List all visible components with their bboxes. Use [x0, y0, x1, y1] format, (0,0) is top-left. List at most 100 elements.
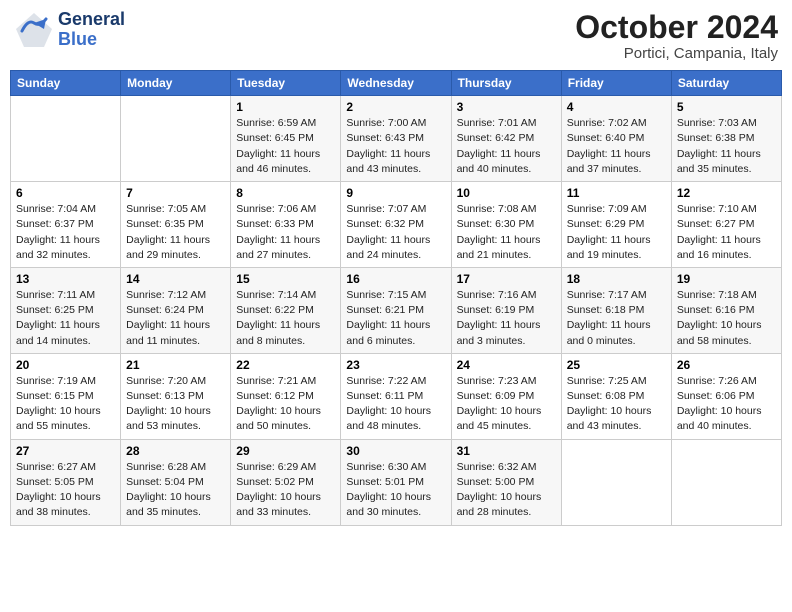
day-info: Sunrise: 7:16 AMSunset: 6:19 PMDaylight:… [457, 288, 556, 349]
calendar-cell: 29 Sunrise: 6:29 AMSunset: 5:02 PMDayligh… [231, 439, 341, 525]
calendar-cell: 15Sunrise: 7:14 AMSunset: 6:22 PMDayligh… [231, 267, 341, 353]
day-number: 23 [346, 358, 445, 372]
day-number: 2 [346, 100, 445, 114]
calendar-cell: 8Sunrise: 7:06 AMSunset: 6:33 PMDaylight… [231, 182, 341, 268]
calendar-week-4: 20 Sunrise: 7:19 AMSunset: 6:15 PMDayligh… [11, 353, 782, 439]
day-header-saturday: Saturday [671, 71, 781, 96]
calendar-cell: 25Sunrise: 7:25 AMSunset: 6:08 PMDayligh… [561, 353, 671, 439]
day-info: Sunrise: 7:22 AMSunset: 6:11 PMDaylight:… [346, 374, 445, 435]
calendar-cell: 24Sunrise: 7:23 AMSunset: 6:09 PMDayligh… [451, 353, 561, 439]
day-info: Sunrise: 7:23 AMSunset: 6:09 PMDaylight:… [457, 374, 556, 435]
day-info: Sunrise: 6:29 AMSunset: 5:02 PMDaylight:… [236, 460, 335, 521]
calendar: SundayMondayTuesdayWednesdayThursdayFrid… [10, 70, 782, 525]
day-info: Sunrise: 7:01 AMSunset: 6:42 PMDaylight:… [457, 116, 556, 177]
day-header-wednesday: Wednesday [341, 71, 451, 96]
calendar-week-3: 13Sunrise: 7:11 AMSunset: 6:25 PMDayligh… [11, 267, 782, 353]
calendar-week-1: 1 Sunrise: 6:59 AMSunset: 6:45 PMDaylight… [11, 96, 782, 182]
calendar-cell: 1 Sunrise: 6:59 AMSunset: 6:45 PMDaylight… [231, 96, 341, 182]
calendar-cell: 11 Sunrise: 7:09 AMSunset: 6:29 PMDayligh… [561, 182, 671, 268]
day-header-monday: Monday [121, 71, 231, 96]
location: Portici, Campania, Italy [575, 45, 778, 62]
day-info: Sunrise: 7:21 AMSunset: 6:12 PMDaylight:… [236, 374, 335, 435]
calendar-cell: 30 Sunrise: 6:30 AMSunset: 5:01 PMDayligh… [341, 439, 451, 525]
day-info: Sunrise: 6:30 AMSunset: 5:01 PMDaylight:… [346, 460, 445, 521]
day-number: 30 [346, 444, 445, 458]
day-number: 17 [457, 272, 556, 286]
calendar-cell [671, 439, 781, 525]
calendar-cell: 26 Sunrise: 7:26 AMSunset: 6:06 PMDayligh… [671, 353, 781, 439]
day-info: Sunrise: 7:18 AMSunset: 6:16 PMDaylight:… [677, 288, 776, 349]
day-number: 28 [126, 444, 225, 458]
calendar-cell: 12 Sunrise: 7:10 AMSunset: 6:27 PMDayligh… [671, 182, 781, 268]
day-info: Sunrise: 7:19 AMSunset: 6:15 PMDaylight:… [16, 374, 115, 435]
calendar-cell: 6 Sunrise: 7:04 AMSunset: 6:37 PMDaylight… [11, 182, 121, 268]
calendar-cell [121, 96, 231, 182]
logo-blue: Blue [58, 29, 97, 49]
title-block: October 2024 Portici, Campania, Italy [575, 10, 778, 62]
day-info: Sunrise: 7:06 AMSunset: 6:33 PMDaylight:… [236, 202, 335, 263]
day-number: 14 [126, 272, 225, 286]
calendar-cell: 18 Sunrise: 7:17 AMSunset: 6:18 PMDayligh… [561, 267, 671, 353]
calendar-cell: 10Sunrise: 7:08 AMSunset: 6:30 PMDayligh… [451, 182, 561, 268]
day-number: 6 [16, 186, 115, 200]
calendar-week-5: 27Sunrise: 6:27 AMSunset: 5:05 PMDayligh… [11, 439, 782, 525]
calendar-week-2: 6 Sunrise: 7:04 AMSunset: 6:37 PMDaylight… [11, 182, 782, 268]
calendar-cell: 31 Sunrise: 6:32 AMSunset: 5:00 PMDayligh… [451, 439, 561, 525]
calendar-cell: 5Sunrise: 7:03 AMSunset: 6:38 PMDaylight… [671, 96, 781, 182]
day-number: 20 [16, 358, 115, 372]
calendar-cell: 2 Sunrise: 7:00 AMSunset: 6:43 PMDaylight… [341, 96, 451, 182]
day-info: Sunrise: 6:59 AMSunset: 6:45 PMDaylight:… [236, 116, 335, 177]
day-number: 12 [677, 186, 776, 200]
calendar-cell: 23 Sunrise: 7:22 AMSunset: 6:11 PMDayligh… [341, 353, 451, 439]
day-number: 29 [236, 444, 335, 458]
calendar-cell: 14 Sunrise: 7:12 AMSunset: 6:24 PMDayligh… [121, 267, 231, 353]
day-number: 18 [567, 272, 666, 286]
day-header-thursday: Thursday [451, 71, 561, 96]
day-number: 1 [236, 100, 335, 114]
day-info: Sunrise: 7:05 AMSunset: 6:35 PMDaylight:… [126, 202, 225, 263]
day-info: Sunrise: 7:00 AMSunset: 6:43 PMDaylight:… [346, 116, 445, 177]
day-info: Sunrise: 7:11 AMSunset: 6:25 PMDaylight:… [16, 288, 115, 349]
day-info: Sunrise: 7:09 AMSunset: 6:29 PMDaylight:… [567, 202, 666, 263]
calendar-cell: 16 Sunrise: 7:15 AMSunset: 6:21 PMDayligh… [341, 267, 451, 353]
month-title: October 2024 [575, 10, 778, 45]
calendar-cell [11, 96, 121, 182]
day-number: 11 [567, 186, 666, 200]
day-header-tuesday: Tuesday [231, 71, 341, 96]
calendar-cell: 22 Sunrise: 7:21 AMSunset: 6:12 PMDayligh… [231, 353, 341, 439]
logo: General Blue [14, 10, 125, 50]
calendar-cell: 17 Sunrise: 7:16 AMSunset: 6:19 PMDayligh… [451, 267, 561, 353]
logo-text: General Blue [58, 10, 125, 50]
day-number: 21 [126, 358, 225, 372]
day-info: Sunrise: 7:03 AMSunset: 6:38 PMDaylight:… [677, 116, 776, 177]
day-info: Sunrise: 6:32 AMSunset: 5:00 PMDaylight:… [457, 460, 556, 521]
day-number: 16 [346, 272, 445, 286]
calendar-cell: 9Sunrise: 7:07 AMSunset: 6:32 PMDaylight… [341, 182, 451, 268]
calendar-cell: 13Sunrise: 7:11 AMSunset: 6:25 PMDayligh… [11, 267, 121, 353]
day-info: Sunrise: 7:15 AMSunset: 6:21 PMDaylight:… [346, 288, 445, 349]
day-info: Sunrise: 7:10 AMSunset: 6:27 PMDaylight:… [677, 202, 776, 263]
day-info: Sunrise: 6:28 AMSunset: 5:04 PMDaylight:… [126, 460, 225, 521]
calendar-cell: 19 Sunrise: 7:18 AMSunset: 6:16 PMDayligh… [671, 267, 781, 353]
calendar-cell: 7Sunrise: 7:05 AMSunset: 6:35 PMDaylight… [121, 182, 231, 268]
day-info: Sunrise: 7:26 AMSunset: 6:06 PMDaylight:… [677, 374, 776, 435]
calendar-cell: 27Sunrise: 6:27 AMSunset: 5:05 PMDayligh… [11, 439, 121, 525]
calendar-cell [561, 439, 671, 525]
day-number: 15 [236, 272, 335, 286]
day-number: 25 [567, 358, 666, 372]
day-number: 9 [346, 186, 445, 200]
day-number: 31 [457, 444, 556, 458]
page-header: General Blue October 2024 Portici, Campa… [10, 10, 782, 62]
day-number: 22 [236, 358, 335, 372]
day-info: Sunrise: 7:17 AMSunset: 6:18 PMDaylight:… [567, 288, 666, 349]
calendar-cell: 4Sunrise: 7:02 AMSunset: 6:40 PMDaylight… [561, 96, 671, 182]
calendar-cell: 3Sunrise: 7:01 AMSunset: 6:42 PMDaylight… [451, 96, 561, 182]
day-number: 26 [677, 358, 776, 372]
day-header-sunday: Sunday [11, 71, 121, 96]
day-info: Sunrise: 7:12 AMSunset: 6:24 PMDaylight:… [126, 288, 225, 349]
day-number: 19 [677, 272, 776, 286]
day-info: Sunrise: 7:04 AMSunset: 6:37 PMDaylight:… [16, 202, 115, 263]
day-info: Sunrise: 6:27 AMSunset: 5:05 PMDaylight:… [16, 460, 115, 521]
logo-icon [14, 11, 54, 49]
calendar-cell: 21Sunrise: 7:20 AMSunset: 6:13 PMDayligh… [121, 353, 231, 439]
